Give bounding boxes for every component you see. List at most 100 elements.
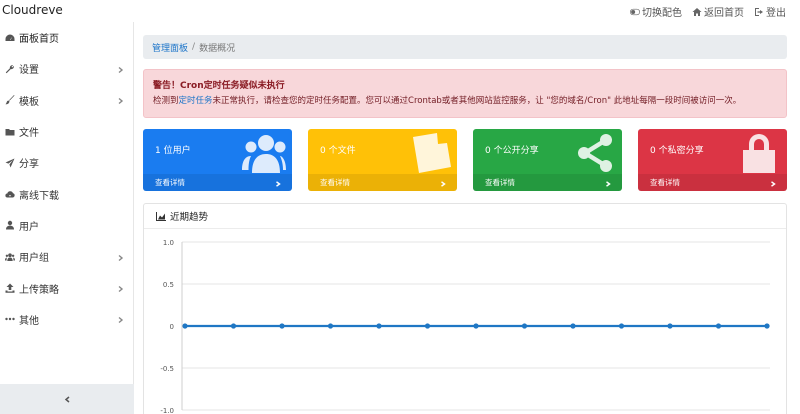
private-shares-count: 0 个私密分享 — [650, 146, 704, 156]
alert-body-suffix: 未正常执行，请检查您的定时任务配置。您可以通过Crontab或者其他网站监控服务… — [212, 96, 742, 106]
y-tick-label: -0.5 — [160, 365, 174, 373]
alert-cron-link[interactable]: 定时任务 — [179, 96, 213, 106]
chevron-right-icon — [117, 285, 124, 293]
brush-icon — [4, 95, 15, 106]
chevron-right-icon — [605, 180, 611, 187]
data-point — [715, 323, 722, 329]
user-icon — [4, 220, 15, 231]
alert-title: 警告！Cron定时任务疑似未执行 — [153, 81, 285, 91]
chevron-right-icon — [770, 180, 776, 187]
sidebar-item-settings[interactable]: 设置 — [0, 53, 133, 84]
data-point — [279, 323, 285, 329]
chevron-right-icon — [117, 97, 124, 105]
public-shares-count: 0 个公开分享 — [485, 146, 539, 156]
sidebar-item-dashboard[interactable]: 面板首页 — [0, 22, 133, 53]
users-icon — [4, 251, 15, 262]
sidebar-item-label: 文件 — [19, 128, 39, 140]
sidebar: 面板首页 设置 模板 文件 分享 离线下载 用户 用户组 上传策略 其他 — [0, 22, 134, 414]
home-icon — [692, 7, 702, 16]
wrench-icon — [4, 63, 15, 74]
sidebar-item-templates[interactable]: 模板 — [0, 85, 133, 116]
data-point — [473, 323, 479, 329]
sidebar-item-label: 其他 — [19, 315, 39, 327]
logout-icon — [755, 7, 763, 16]
files-stat-card: 0 个文件 查看详情 — [308, 129, 457, 191]
chevron-left-icon — [64, 395, 69, 403]
lock-icon — [737, 133, 781, 173]
sidebar-item-label: 用户 — [19, 221, 39, 233]
data-point — [764, 323, 770, 329]
users-details-link[interactable]: 查看详情 — [143, 174, 292, 191]
logout-link[interactable]: 登出 — [754, 4, 786, 19]
sidebar-item-label: 模板 — [19, 96, 39, 108]
sidebar-item-label: 设置 — [19, 65, 39, 77]
file-icon — [407, 133, 451, 173]
sidebar-item-label: 分享 — [19, 159, 39, 171]
chart-title: 近期趋势 — [170, 212, 209, 223]
y-tick-label: 0 — [170, 323, 174, 331]
public-shares-details-label: 查看详情 — [485, 178, 515, 187]
chevron-right-icon — [275, 180, 281, 187]
files-details-link[interactable]: 查看详情 — [308, 174, 457, 191]
data-point — [182, 323, 188, 329]
users-count: 1 位用户 — [155, 146, 191, 156]
y-tick-label: -1.0 — [160, 407, 174, 414]
cron-warning-alert: 警告！Cron定时任务疑似未执行 检测到定时任务未正常执行，请检查您的定时任务配… — [143, 69, 787, 118]
sidebar-item-others[interactable]: 其他 — [0, 304, 133, 335]
alert-body-prefix: 检测到 — [153, 96, 179, 106]
data-point — [521, 323, 528, 329]
files-details-label: 查看详情 — [320, 178, 350, 187]
sidebar-item-files[interactable]: 文件 — [0, 116, 133, 147]
private-shares-details-label: 查看详情 — [650, 178, 680, 187]
users-stat-card: 1 位用户 查看详情 — [143, 129, 292, 191]
send-icon — [4, 157, 15, 168]
public-shares-details-link[interactable]: 查看详情 — [473, 174, 622, 191]
chart-header: 近期趋势 — [144, 204, 786, 229]
data-point — [618, 323, 625, 329]
y-tick-label: 0.5 — [163, 281, 174, 289]
main-content: 管理面板 / 数据概况 警告！Cron定时任务疑似未执行 检测到定时任务未正常执… — [134, 22, 800, 414]
breadcrumb-separator: / — [192, 42, 196, 52]
users-details-label: 查看详情 — [155, 178, 185, 187]
dashboard-icon — [4, 32, 15, 43]
sidebar-item-label: 上传策略 — [19, 284, 59, 296]
files-count: 0 个文件 — [320, 146, 356, 156]
users-icon — [242, 133, 286, 173]
stat-cards: 1 位用户 查看详情 0 个文件 查看详情 0 个公开分享 查看详情 0 个私密… — [143, 129, 787, 191]
breadcrumb: 管理面板 / 数据概况 — [143, 35, 787, 59]
data-point — [376, 323, 382, 329]
sidebar-item-users[interactable]: 用户 — [0, 210, 133, 241]
sidebar-item-upload-policies[interactable]: 上传策略 — [0, 272, 133, 303]
area-chart-icon — [156, 211, 166, 221]
home-link[interactable]: 返回首页 — [692, 4, 744, 19]
data-point — [570, 323, 576, 329]
private-shares-details-link[interactable]: 查看详情 — [638, 174, 787, 191]
alert-body: 检测到定时任务未正常执行，请检查您的定时任务配置。您可以通过Crontab或者其… — [153, 94, 777, 106]
home-label: 返回首页 — [704, 8, 744, 19]
sidebar-item-label: 面板首页 — [19, 34, 59, 46]
folder-icon — [4, 126, 15, 137]
upload-icon — [4, 283, 15, 294]
ellipsis-icon — [4, 314, 15, 325]
top-bar: Cloudreve 切换配色 返回首页 登出 — [0, 0, 800, 22]
sidebar-item-label: 离线下载 — [19, 190, 59, 202]
data-point — [424, 323, 431, 329]
sidebar-collapse-button[interactable] — [0, 384, 134, 414]
data-point — [327, 323, 334, 329]
y-tick-label: 1.0 — [163, 239, 174, 247]
sidebar-item-user-groups[interactable]: 用户组 — [0, 241, 133, 272]
toggle-icon — [630, 8, 640, 15]
breadcrumb-root-link[interactable]: 管理面板 — [152, 41, 188, 54]
chevron-right-icon — [117, 316, 124, 324]
cloud-download-icon — [4, 189, 15, 200]
breadcrumb-current: 数据概况 — [199, 43, 236, 54]
brand-logo[interactable]: Cloudreve — [2, 3, 63, 17]
toggle-theme-link[interactable]: 切换配色 — [630, 4, 682, 19]
trend-line-chart: 1.0 0.5 0 -0.5 -1.0 — [160, 239, 770, 414]
sidebar-item-offline-download[interactable]: 离线下载 — [0, 178, 133, 209]
public-shares-stat-card: 0 个公开分享 查看详情 — [473, 129, 622, 191]
top-links: 切换配色 返回首页 登出 — [630, 4, 786, 19]
data-point — [667, 323, 673, 329]
sidebar-item-shares[interactable]: 分享 — [0, 147, 133, 178]
chevron-right-icon — [117, 253, 124, 261]
